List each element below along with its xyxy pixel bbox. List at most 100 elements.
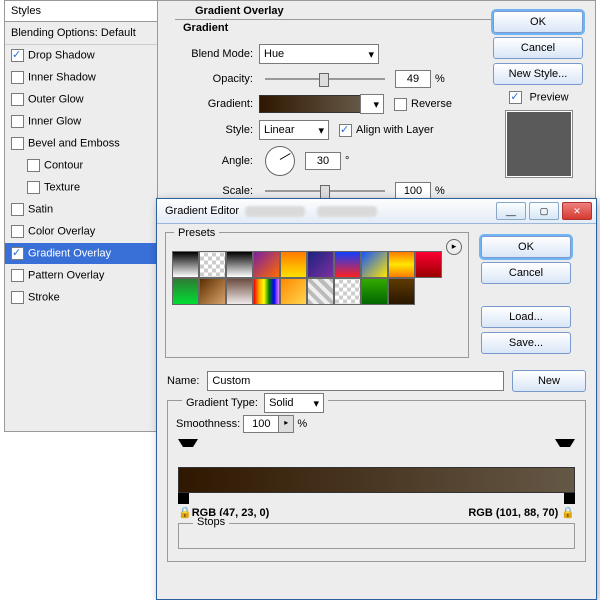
gradient-swatch[interactable] bbox=[259, 95, 361, 113]
blending-options-item[interactable]: Blending Options: Default bbox=[5, 22, 157, 45]
style-item-bevel-and-emboss[interactable]: Bevel and Emboss bbox=[5, 133, 157, 155]
style-item-label: Inner Glow bbox=[28, 115, 81, 127]
style-label: Style: bbox=[175, 124, 253, 136]
color-stop-right[interactable] bbox=[564, 493, 575, 504]
preset-swatch[interactable] bbox=[199, 278, 226, 305]
opacity-stop-left[interactable] bbox=[178, 439, 198, 457]
align-label: Align with Layer bbox=[356, 124, 434, 136]
save-button[interactable]: Save... bbox=[481, 332, 571, 354]
style-item-drop-shadow[interactable]: Drop Shadow bbox=[5, 45, 157, 67]
gradient-type-dropdown[interactable]: Solid bbox=[264, 393, 324, 413]
style-item-inner-shadow[interactable]: Inner Shadow bbox=[5, 67, 157, 89]
name-input[interactable]: Custom bbox=[207, 371, 504, 391]
align-checkbox[interactable] bbox=[339, 124, 352, 137]
checkbox[interactable] bbox=[11, 49, 24, 62]
style-item-stroke[interactable]: Stroke bbox=[5, 287, 157, 309]
blend-mode-dropdown[interactable]: Hue bbox=[259, 44, 379, 64]
style-item-label: Drop Shadow bbox=[28, 49, 95, 61]
lock-icon: 🔒 bbox=[178, 507, 192, 519]
style-item-pattern-overlay[interactable]: Pattern Overlay bbox=[5, 265, 157, 287]
checkbox[interactable] bbox=[11, 203, 24, 216]
opacity-label: Opacity: bbox=[175, 73, 253, 85]
gradient-editor-dialog: Gradient Editor __ ▢ ✕ ▸ Presets OK Canc… bbox=[156, 198, 597, 600]
angle-dial[interactable] bbox=[265, 146, 295, 176]
checkbox[interactable] bbox=[11, 247, 24, 260]
preset-swatch[interactable] bbox=[415, 251, 442, 278]
ge-cancel-button[interactable]: Cancel bbox=[481, 262, 571, 284]
style-item-contour[interactable]: Contour bbox=[5, 155, 157, 177]
smoothness-unit: % bbox=[297, 418, 307, 430]
preset-swatch[interactable] bbox=[172, 251, 199, 278]
preset-swatch[interactable] bbox=[253, 278, 280, 305]
style-item-gradient-overlay[interactable]: Gradient Overlay bbox=[5, 243, 157, 265]
preview-checkbox[interactable] bbox=[509, 91, 522, 104]
checkbox[interactable] bbox=[11, 291, 24, 304]
style-item-label: Texture bbox=[44, 181, 80, 193]
checkbox[interactable] bbox=[11, 93, 24, 106]
stops-group: Stops bbox=[178, 523, 575, 549]
preset-swatch[interactable] bbox=[388, 251, 415, 278]
gradient-dropdown-arrow[interactable] bbox=[360, 94, 384, 114]
gradient-bar[interactable] bbox=[178, 467, 575, 493]
preset-swatch[interactable] bbox=[307, 278, 334, 305]
ok-button[interactable]: OK bbox=[493, 11, 583, 33]
opacity-value[interactable]: 49 bbox=[395, 70, 431, 88]
preset-swatch[interactable] bbox=[280, 251, 307, 278]
ge-ok-button[interactable]: OK bbox=[481, 236, 571, 258]
preset-swatch[interactable] bbox=[361, 251, 388, 278]
style-item-label: Gradient Overlay bbox=[28, 247, 111, 259]
close-icon[interactable]: ✕ bbox=[562, 202, 592, 220]
color-stop-left[interactable] bbox=[178, 493, 189, 504]
style-item-color-overlay[interactable]: Color Overlay bbox=[5, 221, 157, 243]
minimize-icon[interactable]: __ bbox=[496, 202, 526, 220]
style-item-texture[interactable]: Texture bbox=[5, 177, 157, 199]
smoothness-stepper[interactable]: 100▸ bbox=[243, 415, 294, 433]
cancel-button[interactable]: Cancel bbox=[493, 37, 583, 59]
style-item-satin[interactable]: Satin bbox=[5, 199, 157, 221]
style-item-label: Inner Shadow bbox=[28, 71, 96, 83]
preset-swatch[interactable] bbox=[226, 278, 253, 305]
preview-label: Preview bbox=[529, 91, 568, 103]
new-style-button[interactable]: New Style... bbox=[493, 63, 583, 85]
style-item-outer-glow[interactable]: Outer Glow bbox=[5, 89, 157, 111]
preset-swatch[interactable] bbox=[280, 278, 307, 305]
reverse-checkbox[interactable] bbox=[394, 98, 407, 111]
style-item-label: Pattern Overlay bbox=[28, 269, 104, 281]
style-item-label: Outer Glow bbox=[28, 93, 84, 105]
gradient-type-label: Gradient Type: bbox=[186, 397, 258, 409]
style-dropdown[interactable]: Linear bbox=[259, 120, 329, 140]
opacity-stop-right[interactable] bbox=[555, 439, 575, 457]
opacity-slider[interactable] bbox=[265, 78, 385, 80]
preset-swatch[interactable] bbox=[307, 251, 334, 278]
maximize-icon[interactable]: ▢ bbox=[529, 202, 559, 220]
load-button[interactable]: Load... bbox=[481, 306, 571, 328]
checkbox[interactable] bbox=[27, 159, 40, 172]
checkbox[interactable] bbox=[11, 225, 24, 238]
presets-flyout-icon[interactable]: ▸ bbox=[446, 239, 462, 255]
preset-swatch[interactable] bbox=[172, 278, 199, 305]
preset-swatch[interactable] bbox=[334, 251, 361, 278]
preset-swatch[interactable] bbox=[226, 251, 253, 278]
checkbox[interactable] bbox=[11, 115, 24, 128]
preset-swatch[interactable] bbox=[199, 251, 226, 278]
preset-swatch[interactable] bbox=[361, 278, 388, 305]
style-item-label: Color Overlay bbox=[28, 225, 95, 237]
preset-swatch[interactable] bbox=[388, 278, 415, 305]
checkbox[interactable] bbox=[11, 137, 24, 150]
checkbox[interactable] bbox=[11, 71, 24, 84]
angle-value[interactable]: 30 bbox=[305, 152, 341, 170]
new-button[interactable]: New bbox=[512, 370, 586, 392]
angle-label: Angle: bbox=[175, 155, 253, 167]
style-item-label: Stroke bbox=[28, 291, 60, 303]
opacity-unit: % bbox=[435, 73, 445, 85]
scale-slider[interactable] bbox=[265, 190, 385, 192]
smoothness-label: Smoothness: bbox=[176, 418, 240, 430]
checkbox[interactable] bbox=[27, 181, 40, 194]
window-title: Gradient Editor bbox=[161, 205, 239, 217]
checkbox[interactable] bbox=[11, 269, 24, 282]
preset-swatch[interactable] bbox=[253, 251, 280, 278]
titlebar[interactable]: Gradient Editor __ ▢ ✕ bbox=[157, 199, 596, 224]
preset-swatch[interactable] bbox=[334, 278, 361, 305]
style-item-inner-glow[interactable]: Inner Glow bbox=[5, 111, 157, 133]
scale-label: Scale: bbox=[175, 185, 253, 197]
